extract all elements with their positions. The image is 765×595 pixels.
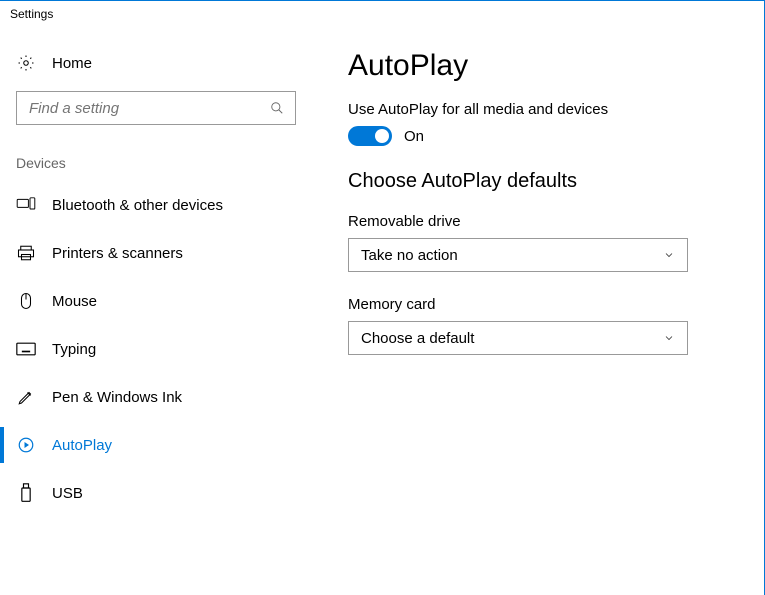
dropdown-label: Memory card — [348, 296, 744, 313]
usb-icon — [16, 483, 36, 503]
sidebar-item-printers[interactable]: Printers & scanners — [0, 229, 322, 277]
mouse-icon — [16, 291, 36, 311]
content-area: Home Devices — [0, 23, 764, 592]
memory-card-dropdown[interactable]: Choose a default — [348, 321, 688, 355]
sidebar-nav-list: Bluetooth & other devices Printers & sca… — [0, 177, 322, 517]
sidebar-category-label: Devices — [0, 125, 322, 177]
sidebar-item-usb[interactable]: USB — [0, 469, 322, 517]
home-label: Home — [52, 55, 92, 72]
autoplay-toggle[interactable] — [348, 126, 392, 146]
sidebar-item-typing[interactable]: Typing — [0, 325, 322, 373]
chevron-down-icon — [663, 332, 675, 344]
keyboard-icon — [16, 339, 36, 359]
toggle-knob — [375, 129, 389, 143]
sidebar-item-label: Bluetooth & other devices — [52, 197, 223, 214]
sidebar-item-label: AutoPlay — [52, 437, 112, 454]
dropdown-value: Choose a default — [361, 330, 474, 347]
toggle-description: Use AutoPlay for all media and devices — [348, 101, 744, 118]
printer-icon — [16, 243, 36, 263]
sidebar-item-autoplay[interactable]: AutoPlay — [0, 421, 322, 469]
home-button[interactable]: Home — [0, 43, 322, 83]
page-title: AutoPlay — [348, 49, 744, 83]
sidebar: Home Devices — [0, 23, 322, 592]
toggle-row: On — [348, 126, 744, 146]
toggle-state-label: On — [404, 128, 424, 145]
autoplay-icon — [16, 435, 36, 455]
search-icon — [269, 100, 285, 116]
search-input[interactable] — [27, 99, 269, 118]
main-panel: AutoPlay Use AutoPlay for all media and … — [322, 23, 764, 592]
dropdown-label: Removable drive — [348, 213, 744, 230]
sidebar-item-label: Printers & scanners — [52, 245, 183, 262]
sidebar-item-mouse[interactable]: Mouse — [0, 277, 322, 325]
sidebar-item-bluetooth[interactable]: Bluetooth & other devices — [0, 181, 322, 229]
sidebar-item-label: USB — [52, 485, 83, 502]
bluetooth-devices-icon — [16, 195, 36, 215]
sidebar-item-label: Pen & Windows Ink — [52, 389, 182, 406]
sidebar-item-label: Typing — [52, 341, 96, 358]
chevron-down-icon — [663, 249, 675, 261]
dropdown-group-memorycard: Memory card Choose a default — [348, 296, 744, 355]
pen-icon — [16, 387, 36, 407]
dropdown-value: Take no action — [361, 247, 458, 264]
window-title: Settings — [0, 1, 764, 23]
home-gear-icon — [16, 53, 36, 73]
removable-drive-dropdown[interactable]: Take no action — [348, 238, 688, 272]
search-box[interactable] — [16, 91, 296, 125]
search-container — [0, 83, 322, 125]
sidebar-item-label: Mouse — [52, 293, 97, 310]
section-heading: Choose AutoPlay defaults — [348, 170, 744, 193]
dropdown-group-removable: Removable drive Take no action — [348, 213, 744, 272]
sidebar-item-pen[interactable]: Pen & Windows Ink — [0, 373, 322, 421]
